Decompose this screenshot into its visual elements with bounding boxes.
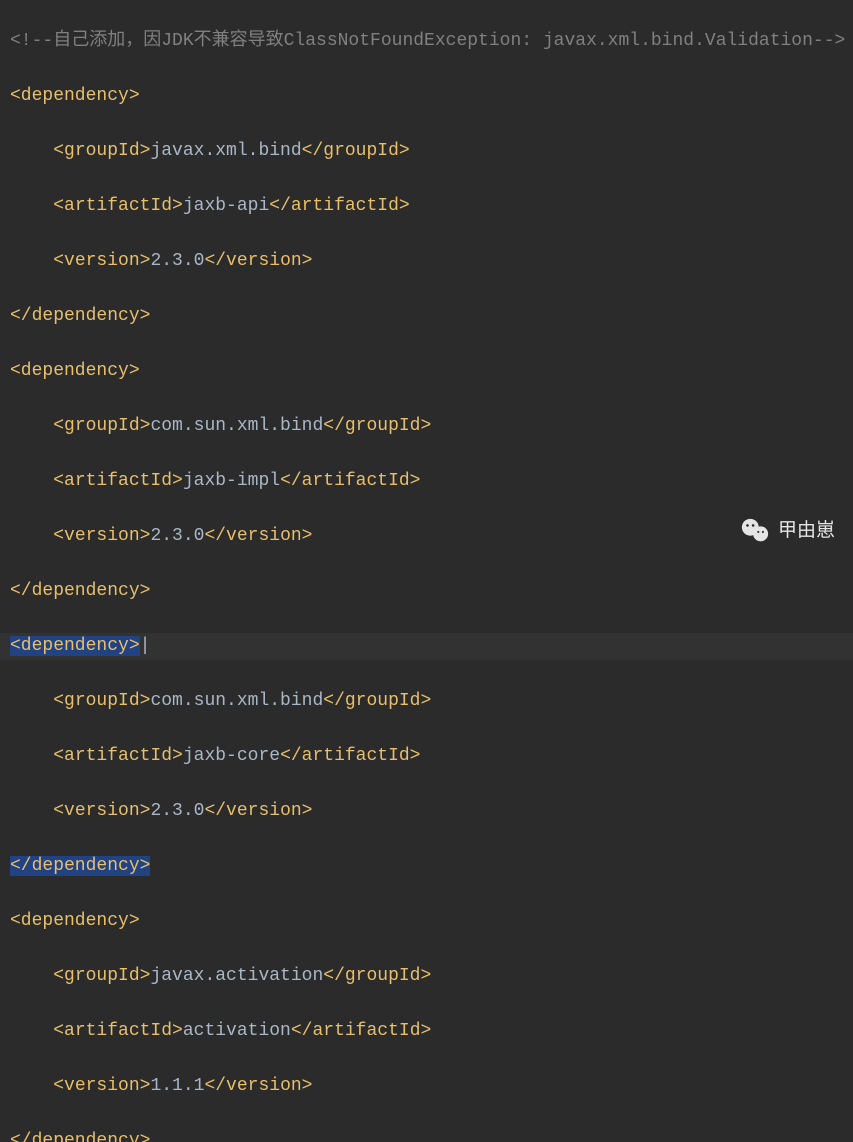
code-line: </dependency> (0, 1128, 853, 1142)
xml-tag: </groupId> (323, 966, 431, 986)
xml-tag: <artifactId> (53, 471, 183, 491)
xml-tag: <artifactId> (53, 1021, 183, 1041)
xml-tag: <groupId> (53, 141, 150, 161)
xml-tag: </dependency> (10, 306, 150, 326)
xml-tag: </dependency> (10, 1131, 150, 1142)
code-line: <groupId>com.sun.xml.bind</groupId> (0, 413, 853, 441)
watermark: 甲由崽 (740, 516, 835, 546)
xml-tag: <artifactId> (53, 746, 183, 766)
code-line: <artifactId>jaxb-api</artifactId> (0, 193, 853, 221)
xml-tag: <artifactId> (53, 196, 183, 216)
xml-tag: </artifactId> (269, 196, 409, 216)
xml-tag: </version> (204, 801, 312, 821)
code-line: <groupId>javax.activation</groupId> (0, 963, 853, 991)
xml-tag-matched: </dependency> (10, 856, 150, 876)
xml-tag: </version> (204, 251, 312, 271)
code-line: <artifactId>jaxb-impl</artifactId> (0, 468, 853, 496)
xml-text: javax.xml.bind (150, 141, 301, 161)
code-line: <version>2.3.0</version> (0, 523, 853, 551)
xml-tag: <version> (53, 1076, 150, 1096)
code-line: <artifactId>activation</artifactId> (0, 1018, 853, 1046)
xml-tag: <dependency> (10, 86, 140, 106)
code-line: <groupId>com.sun.xml.bind</groupId> (0, 688, 853, 716)
xml-text: 2.3.0 (150, 526, 204, 546)
xml-tag: </version> (204, 526, 312, 546)
xml-tag: </groupId> (323, 416, 431, 436)
xml-tag: <groupId> (53, 691, 150, 711)
xml-text: com.sun.xml.bind (150, 691, 323, 711)
code-line: <dependency> (0, 83, 853, 111)
xml-tag: </artifactId> (280, 471, 420, 491)
watermark-text: 甲由崽 (778, 517, 835, 545)
code-line: <!--自己添加，因JDK不兼容导致ClassNotFoundException… (0, 28, 853, 56)
code-line: </dependency> (0, 578, 853, 606)
xml-text: jaxb-api (183, 196, 269, 216)
xml-tag: <groupId> (53, 416, 150, 436)
xml-tag: </version> (204, 1076, 312, 1096)
wechat-icon (740, 516, 770, 546)
code-line: <artifactId>jaxb-core</artifactId> (0, 743, 853, 771)
code-line: <version>1.1.1</version> (0, 1073, 853, 1101)
xml-text: javax.activation (150, 966, 323, 986)
code-line: </dependency> (0, 303, 853, 331)
xml-tag: <dependency> (10, 911, 140, 931)
code-line: <version>2.3.0</version> (0, 798, 853, 826)
xml-text: 1.1.1 (150, 1076, 204, 1096)
code-editor[interactable]: <!--自己添加，因JDK不兼容导致ClassNotFoundException… (0, 0, 853, 1142)
code-line: <dependency> (0, 358, 853, 386)
xml-tag: </artifactId> (280, 746, 420, 766)
code-line: </dependency> (0, 853, 853, 881)
xml-text: 2.3.0 (150, 251, 204, 271)
xml-tag: <version> (53, 526, 150, 546)
text-cursor: | (140, 636, 151, 656)
xml-text: com.sun.xml.bind (150, 416, 323, 436)
code-line-current: <dependency>| (0, 633, 853, 661)
xml-tag: </groupId> (302, 141, 410, 161)
xml-tag: <version> (53, 251, 150, 271)
xml-text: jaxb-impl (183, 471, 280, 491)
xml-text: jaxb-core (183, 746, 280, 766)
xml-tag: </groupId> (323, 691, 431, 711)
xml-tag: <groupId> (53, 966, 150, 986)
xml-text: activation (183, 1021, 291, 1041)
code-line: <version>2.3.0</version> (0, 248, 853, 276)
xml-text: 2.3.0 (150, 801, 204, 821)
xml-tag-selected: <dependency> (10, 636, 140, 656)
xml-tag: <dependency> (10, 361, 140, 381)
xml-tag: <version> (53, 801, 150, 821)
xml-tag: </artifactId> (291, 1021, 431, 1041)
code-line: <groupId>javax.xml.bind</groupId> (0, 138, 853, 166)
xml-tag: </dependency> (10, 581, 150, 601)
code-line: <dependency> (0, 908, 853, 936)
xml-comment: <!--自己添加，因JDK不兼容导致ClassNotFoundException… (10, 31, 845, 51)
